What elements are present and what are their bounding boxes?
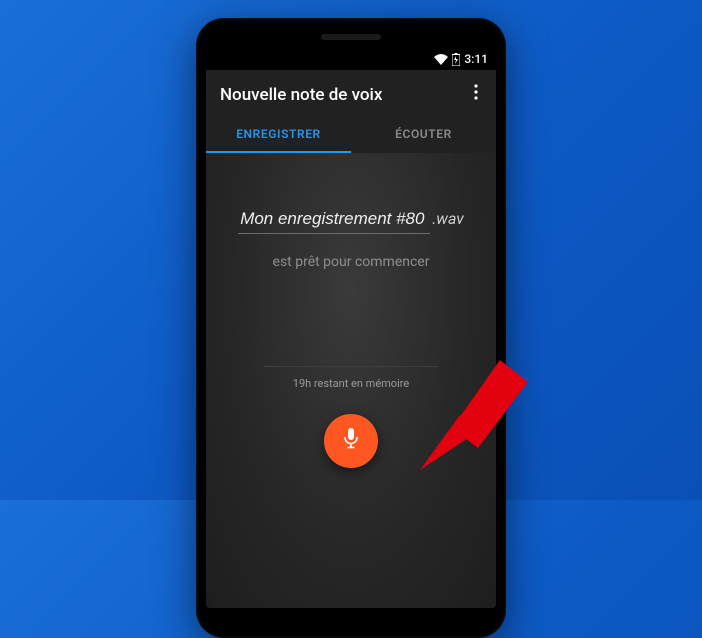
wifi-icon [434, 54, 448, 65]
microphone-icon [342, 427, 360, 455]
filename-row: .wav [238, 209, 464, 234]
ready-text: est prêt pour commencer [273, 254, 430, 270]
memory-remaining: 19h restant en mémoire [293, 377, 409, 390]
divider [264, 366, 438, 367]
overflow-menu-icon[interactable] [470, 84, 482, 105]
page-title: Nouvelle note de voix [220, 85, 382, 105]
screen: 3:11 Nouvelle note de voix ENREGISTRER É… [206, 48, 496, 608]
app-bar: Nouvelle note de voix [206, 70, 496, 115]
battery-icon [452, 53, 460, 66]
phone-frame: 3:11 Nouvelle note de voix ENREGISTRER É… [196, 18, 506, 638]
status-time: 3:11 [464, 52, 488, 66]
tab-bar: ENREGISTRER ÉCOUTER [206, 115, 496, 153]
file-extension: .wav [432, 209, 464, 232]
status-bar: 3:11 [206, 48, 496, 70]
phone-speaker [321, 34, 381, 40]
tab-record[interactable]: ENREGISTRER [206, 115, 351, 153]
tab-listen[interactable]: ÉCOUTER [351, 115, 496, 153]
record-button[interactable] [324, 414, 378, 468]
content-area: .wav est prêt pour commencer 19h restant… [206, 153, 496, 608]
filename-input[interactable] [238, 209, 430, 234]
